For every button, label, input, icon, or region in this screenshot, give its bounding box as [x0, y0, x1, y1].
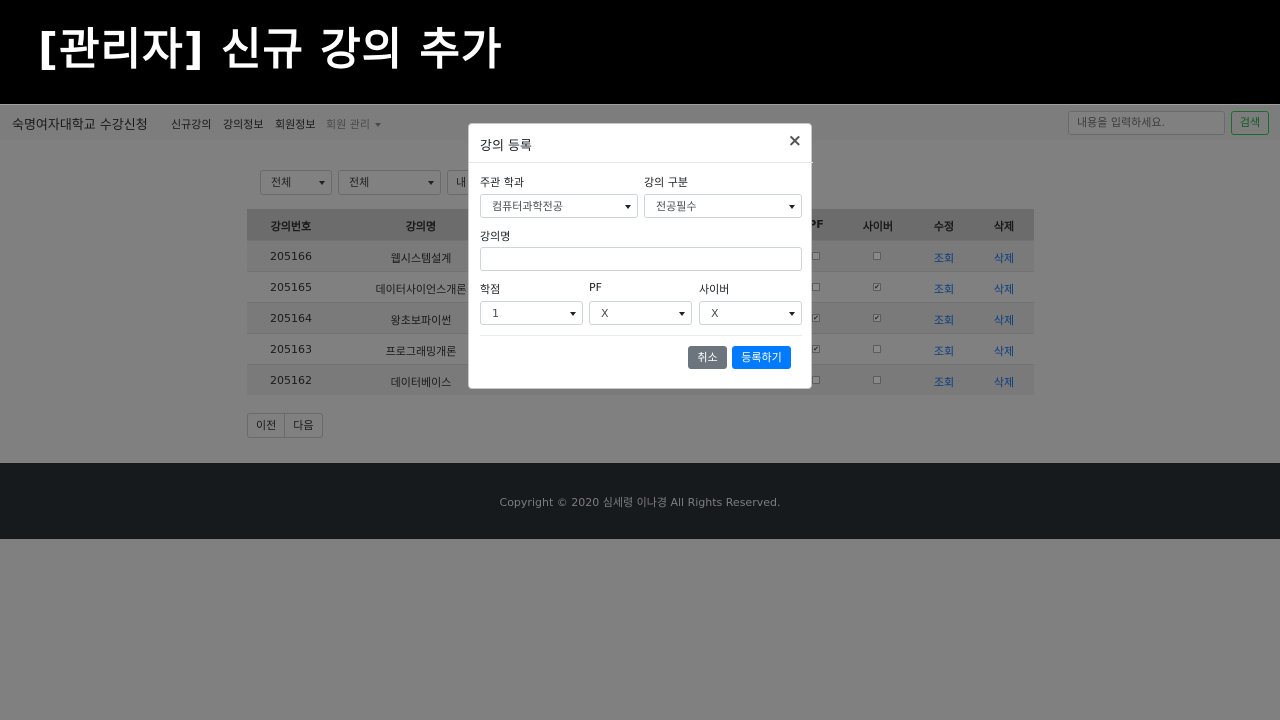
modal-title: 강의 등록	[480, 139, 532, 154]
credit-select[interactable]: 1	[480, 301, 583, 325]
department-select[interactable]: 컴퓨터과학전공	[480, 194, 638, 218]
view-link[interactable]: 조회	[914, 312, 974, 328]
cyber-checkbox[interactable]: ✔	[873, 283, 881, 291]
cyber-select-value: X	[711, 307, 719, 320]
slide-title-bar: [관리자] 신규 강의 추가	[0, 0, 1280, 104]
chevron-down-icon	[319, 181, 325, 185]
course-id-cell: 205164	[270, 312, 312, 325]
navbar-brand[interactable]: 숙명여자대학교 수강신청	[12, 114, 148, 133]
search-input[interactable]: 내용을 입력하세요.	[1068, 111, 1225, 135]
nav-dropdown-label: 회원 관리	[326, 118, 370, 131]
pf-select-value: X	[601, 307, 609, 320]
cyber-checkbox[interactable]	[873, 252, 881, 260]
prev-page-button[interactable]: 이전	[248, 414, 284, 437]
chevron-down-icon	[789, 205, 795, 209]
close-icon[interactable]: ×	[788, 131, 802, 151]
course-register-modal: 강의 등록 × 주관 학과 컴퓨터과학전공 강의 구분 전공필수 강의명 학점 …	[468, 123, 813, 389]
nav-dropdown-member-admin[interactable]: 회원 관리	[326, 116, 381, 132]
department-select-value: 컴퓨터과학전공	[492, 200, 563, 213]
course-name-label: 강의명	[480, 230, 511, 243]
pagination: 이전 다음	[247, 413, 323, 438]
th-course-id: 강의번호	[270, 220, 312, 233]
category-label: 강의 구분	[644, 176, 688, 189]
course-id-cell: 205162	[270, 374, 312, 387]
modal-header: 강의 등록 ×	[469, 124, 813, 163]
filter-select-1-value: 전체	[271, 176, 292, 189]
course-id-cell: 205166	[270, 250, 312, 263]
department-label: 주관 학과	[480, 176, 524, 189]
chevron-down-icon	[679, 312, 685, 316]
view-link[interactable]: 조회	[914, 250, 974, 266]
nav-link-new-course[interactable]: 신규강의	[171, 116, 211, 132]
course-id-cell: 205165	[270, 281, 312, 294]
course-name-input[interactable]	[480, 247, 802, 271]
nav-link-member-info[interactable]: 회원정보	[275, 116, 315, 132]
filter-select-2-value: 전체	[349, 176, 370, 189]
delete-link[interactable]: 삭제	[974, 343, 1034, 359]
delete-link[interactable]: 삭제	[974, 250, 1034, 266]
chevron-down-icon	[570, 312, 576, 316]
category-select[interactable]: 전공필수	[644, 194, 802, 218]
credit-select-value: 1	[492, 307, 499, 320]
delete-link[interactable]: 삭제	[974, 312, 1034, 328]
delete-link[interactable]: 삭제	[974, 281, 1034, 297]
pf-label: PF	[589, 281, 602, 294]
th-edit: 수정	[933, 220, 955, 233]
cyber-select[interactable]: X	[699, 301, 802, 325]
chevron-down-icon	[625, 205, 631, 209]
view-link[interactable]: 조회	[914, 374, 974, 390]
nav-link-course-info[interactable]: 강의정보	[223, 116, 263, 132]
pf-checkbox[interactable]: ✔	[812, 345, 820, 353]
pf-checkbox[interactable]	[812, 376, 820, 384]
view-link[interactable]: 조회	[914, 281, 974, 297]
course-id-cell: 205163	[270, 343, 312, 356]
chevron-down-icon	[374, 123, 381, 127]
modal-divider	[480, 335, 802, 336]
cancel-button[interactable]: 취소	[688, 346, 727, 369]
cyber-checkbox[interactable]	[873, 376, 881, 384]
category-select-value: 전공필수	[656, 200, 697, 213]
cyber-label: 사이버	[699, 283, 730, 296]
filter-select-1[interactable]: 전체	[260, 170, 332, 195]
search-button[interactable]: 검색	[1231, 111, 1269, 135]
cyber-checkbox[interactable]: ✔	[873, 314, 881, 322]
footer: Copyright © 2020 심세령 이나경 All Rights Rese…	[0, 463, 1280, 539]
pf-checkbox[interactable]: ✔	[812, 314, 820, 322]
delete-link[interactable]: 삭제	[974, 374, 1034, 390]
th-delete: 삭제	[993, 220, 1015, 233]
view-link[interactable]: 조회	[914, 343, 974, 359]
pf-checkbox[interactable]	[812, 283, 820, 291]
filter-input-text: 내	[456, 176, 467, 189]
filter-select-2[interactable]: 전체	[338, 170, 441, 195]
next-page-button[interactable]: 다음	[284, 414, 321, 437]
footer-copyright: Copyright © 2020 심세령 이나경 All Rights Rese…	[499, 496, 781, 509]
chevron-down-icon	[789, 312, 795, 316]
pf-select[interactable]: X	[589, 301, 692, 325]
pf-checkbox[interactable]	[812, 252, 820, 260]
slide-title: [관리자] 신규 강의 추가	[38, 24, 503, 75]
credit-label: 학점	[480, 283, 501, 296]
th-cyber: 사이버	[862, 220, 894, 233]
cyber-checkbox[interactable]	[873, 345, 881, 353]
register-button[interactable]: 등록하기	[732, 346, 791, 369]
chevron-down-icon	[428, 181, 434, 185]
